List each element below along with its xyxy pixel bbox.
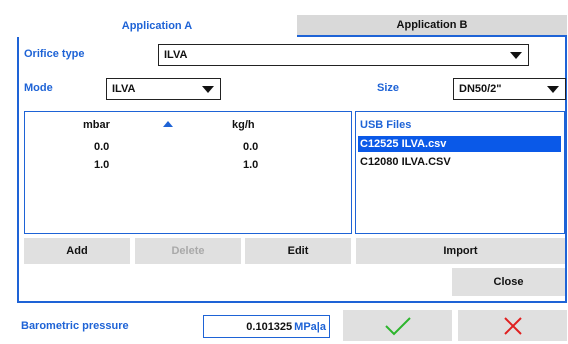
table-cell-kgh[interactable]: 0.0 (243, 141, 258, 153)
edit-button[interactable]: Edit (245, 238, 351, 264)
tab-application-a[interactable]: Application A (17, 15, 297, 37)
mode-dropdown[interactable]: ILVA (106, 78, 221, 100)
usb-file-name: C12080 ILVA.CSV (360, 156, 451, 168)
close-button[interactable]: Close (452, 268, 565, 296)
orifice-type-value: ILVA (164, 49, 188, 61)
usb-files-title: USB Files (360, 119, 412, 131)
tab-application-b-label: Application B (396, 19, 468, 31)
tab-application-b[interactable]: Application B (297, 15, 567, 37)
barometric-pressure-unit: MPa|a (294, 320, 326, 333)
cancel-button[interactable] (458, 310, 567, 341)
barometric-pressure-field[interactable]: 0.101325 MPa|a (203, 315, 330, 338)
sort-ascending-icon[interactable] (163, 121, 173, 127)
usb-file-name: C12525 ILVA.csv (360, 138, 447, 150)
calibration-table[interactable] (24, 111, 352, 234)
orifice-type-label: Orifice type (24, 48, 85, 60)
column-header-kgh[interactable]: kg/h (232, 119, 255, 131)
mode-value: ILVA (112, 83, 136, 95)
mode-label: Mode (24, 82, 53, 94)
usb-file-item-selected[interactable]: C12525 ILVA.csv (358, 136, 561, 152)
size-dropdown[interactable]: DN50/2" (453, 78, 566, 100)
table-cell-kgh[interactable]: 1.0 (243, 159, 258, 171)
size-value: DN50/2" (459, 83, 502, 95)
chevron-down-icon (510, 52, 522, 59)
table-cell-mbar[interactable]: 0.0 (94, 141, 109, 153)
chevron-down-icon (202, 86, 214, 93)
close-button-label: Close (493, 276, 524, 288)
import-button[interactable]: Import (356, 238, 565, 264)
delete-button[interactable]: Delete (135, 238, 241, 264)
usb-file-item[interactable]: C12080 ILVA.CSV (360, 154, 451, 170)
barometric-pressure-label: Barometric pressure (21, 320, 129, 332)
chevron-down-icon (547, 86, 559, 93)
barometric-pressure-value: 0.101325 (246, 320, 293, 333)
import-button-label: Import (443, 245, 478, 257)
check-icon (384, 316, 411, 335)
confirm-button[interactable] (343, 310, 452, 341)
orifice-type-dropdown[interactable]: ILVA (158, 44, 529, 66)
column-header-mbar[interactable]: mbar (83, 119, 110, 131)
delete-button-label: Delete (171, 245, 205, 257)
add-button[interactable]: Add (24, 238, 130, 264)
edit-button-label: Edit (287, 245, 309, 257)
add-button-label: Add (66, 245, 88, 257)
tab-application-a-label: Application A (121, 20, 193, 32)
x-icon (503, 316, 522, 335)
table-cell-mbar[interactable]: 1.0 (94, 159, 109, 171)
size-label: Size (377, 82, 400, 94)
